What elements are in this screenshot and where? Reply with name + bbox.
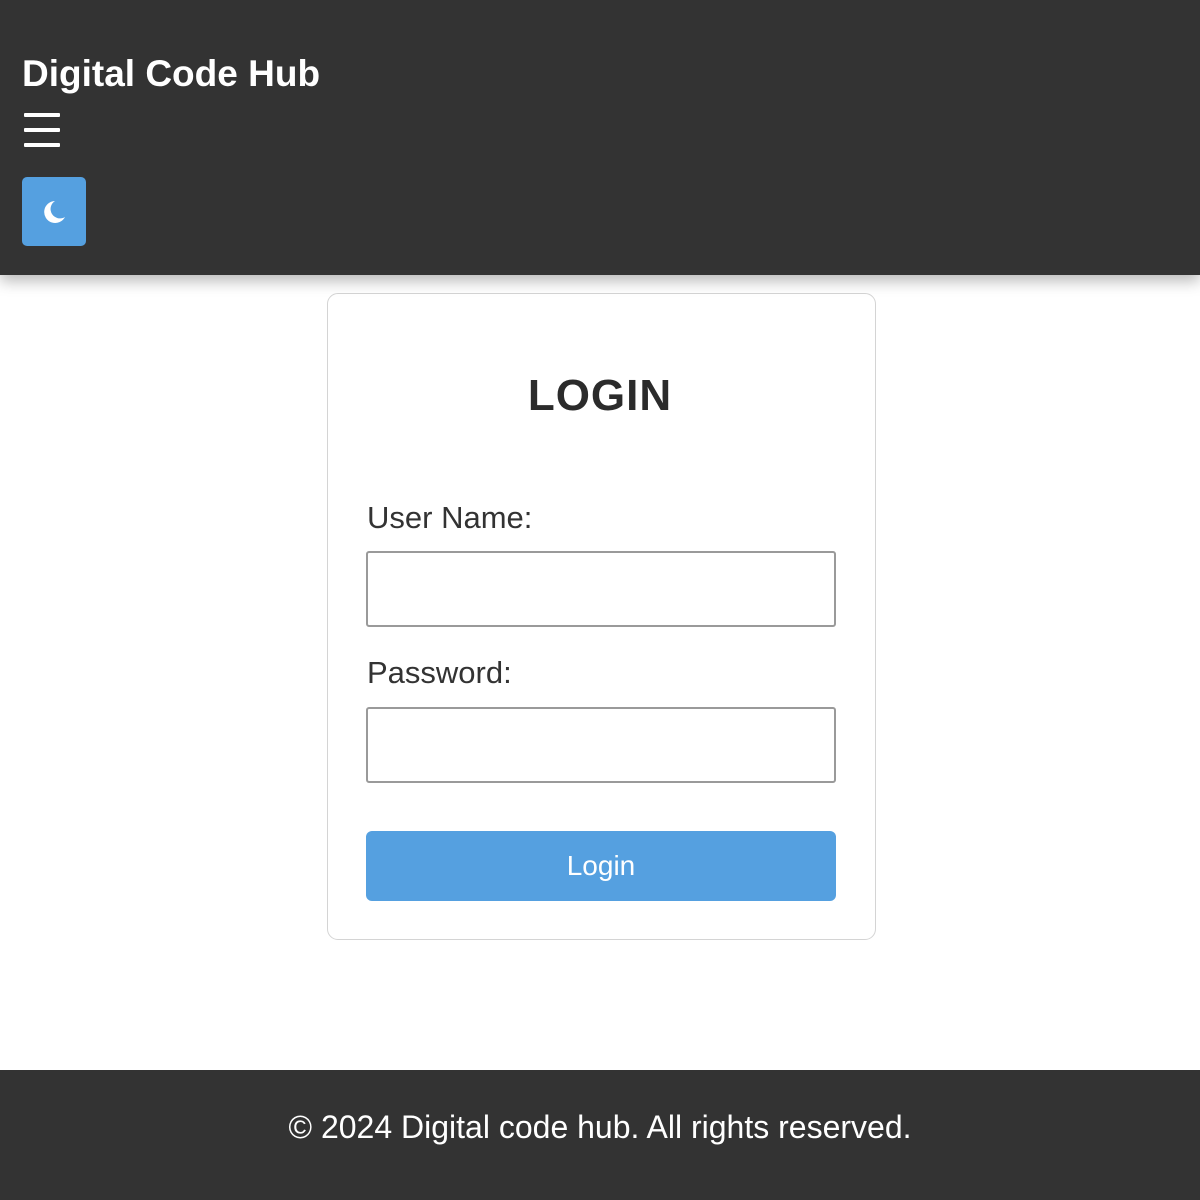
- username-label: User Name:: [367, 500, 533, 535]
- theme-toggle-button[interactable]: [22, 177, 86, 246]
- menu-bar: [24, 113, 60, 117]
- menu-bar: [24, 128, 60, 132]
- site-brand: Digital Code Hub: [22, 53, 321, 94]
- page: Digital Code Hub LOGIN User Name: Passwo…: [0, 0, 1200, 1200]
- hamburger-menu-icon[interactable]: [24, 112, 62, 148]
- site-header: Digital Code Hub: [0, 0, 1200, 275]
- footer-copyright: © 2024 Digital code hub. All rights rese…: [288, 1109, 912, 1145]
- login-button[interactable]: Login: [366, 831, 836, 901]
- password-label: Password:: [367, 655, 512, 690]
- login-title: LOGIN: [527, 371, 673, 420]
- moon-icon: [44, 201, 65, 223]
- password-input[interactable]: [366, 707, 836, 783]
- menu-bar: [24, 143, 60, 147]
- username-input[interactable]: [366, 551, 836, 627]
